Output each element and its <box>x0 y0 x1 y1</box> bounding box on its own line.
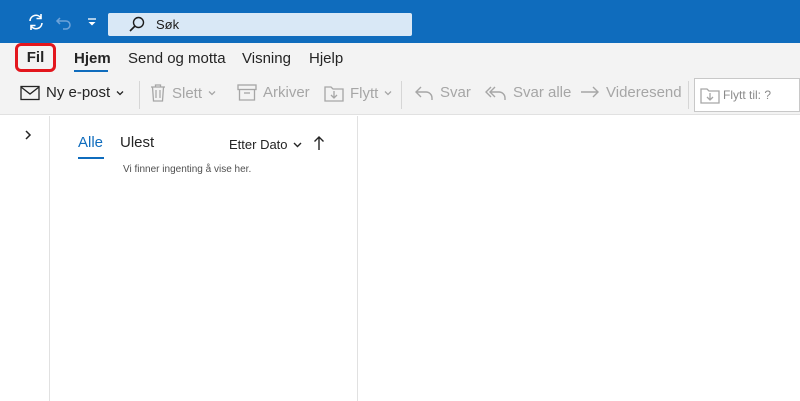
reply-all-button[interactable]: Svar alle <box>485 84 571 101</box>
tab-home[interactable]: Hjem <box>74 50 111 67</box>
move-button[interactable]: Flytt <box>324 84 393 102</box>
ribbon-divider <box>401 81 402 109</box>
forward-icon <box>581 86 599 97</box>
new-mail-button[interactable]: Ny e-post <box>20 84 125 101</box>
reply-all-label: Svar alle <box>513 84 572 101</box>
tab-help[interactable]: Hjelp <box>309 50 343 67</box>
chevron-down-icon[interactable] <box>383 88 393 98</box>
new-mail-label: Ny e-post <box>46 84 111 101</box>
archive-label: Arkiver <box>263 84 310 101</box>
move-label: Flytt <box>350 84 379 102</box>
folder-pane-collapsed <box>0 116 50 401</box>
trash-icon <box>151 84 165 102</box>
filter-unread-tab[interactable]: Ulest <box>120 134 154 151</box>
move-to-quick-step[interactable]: Flytt til: ? <box>694 78 800 112</box>
reading-pane <box>359 116 800 401</box>
quick-access-dropdown-icon[interactable] <box>80 10 104 34</box>
chevron-down-icon[interactable] <box>115 88 125 98</box>
tab-file[interactable]: Fil <box>15 43 56 72</box>
tab-view[interactable]: Visning <box>242 50 291 67</box>
forward-button[interactable]: Videresend <box>580 84 682 101</box>
empty-list-message: Vi finner ingenting å vise her. <box>123 164 252 175</box>
sync-icon[interactable] <box>24 10 48 34</box>
move-folder-icon <box>324 86 344 102</box>
undo-icon[interactable] <box>52 10 76 34</box>
sort-label: Etter Dato <box>229 137 288 152</box>
reply-button[interactable]: Svar <box>414 84 471 101</box>
sort-by-dropdown[interactable]: Etter Dato <box>229 137 303 152</box>
archive-icon <box>237 84 257 101</box>
folder-move-icon <box>700 88 720 104</box>
filter-all-tab[interactable]: Alle <box>78 134 103 151</box>
ribbon: Ny e-post Slett Arkiver Flytt Svar Svar … <box>0 75 800 115</box>
title-bar: Søk <box>0 0 800 43</box>
menu-bar <box>0 43 800 75</box>
archive-button[interactable]: Arkiver <box>237 84 310 101</box>
chevron-down-icon <box>293 142 302 148</box>
delete-button[interactable]: Slett <box>150 84 217 102</box>
outlook-window: Søk Fil Hjem Send og motta Visning Hjelp… <box>0 0 800 401</box>
search-input[interactable]: Søk <box>156 17 179 32</box>
arrow-up-icon[interactable] <box>312 135 326 156</box>
tab-send-receive[interactable]: Send og motta <box>128 50 226 67</box>
mail-icon <box>20 85 40 100</box>
reply-all-icon <box>485 86 506 100</box>
active-filter-indicator <box>78 157 104 159</box>
ribbon-divider <box>139 81 140 109</box>
chevron-down-icon[interactable] <box>207 88 217 98</box>
chevron-right-icon[interactable] <box>22 128 34 146</box>
reply-label: Svar <box>440 84 471 101</box>
search-icon <box>128 16 146 39</box>
delete-label: Slett <box>172 84 203 102</box>
move-to-label: Flytt til: ? <box>723 88 772 102</box>
ribbon-divider <box>688 81 689 109</box>
reply-icon <box>415 86 433 100</box>
forward-label: Videresend <box>606 84 682 101</box>
active-tab-indicator <box>74 70 108 72</box>
search-box[interactable]: Søk <box>108 13 412 36</box>
